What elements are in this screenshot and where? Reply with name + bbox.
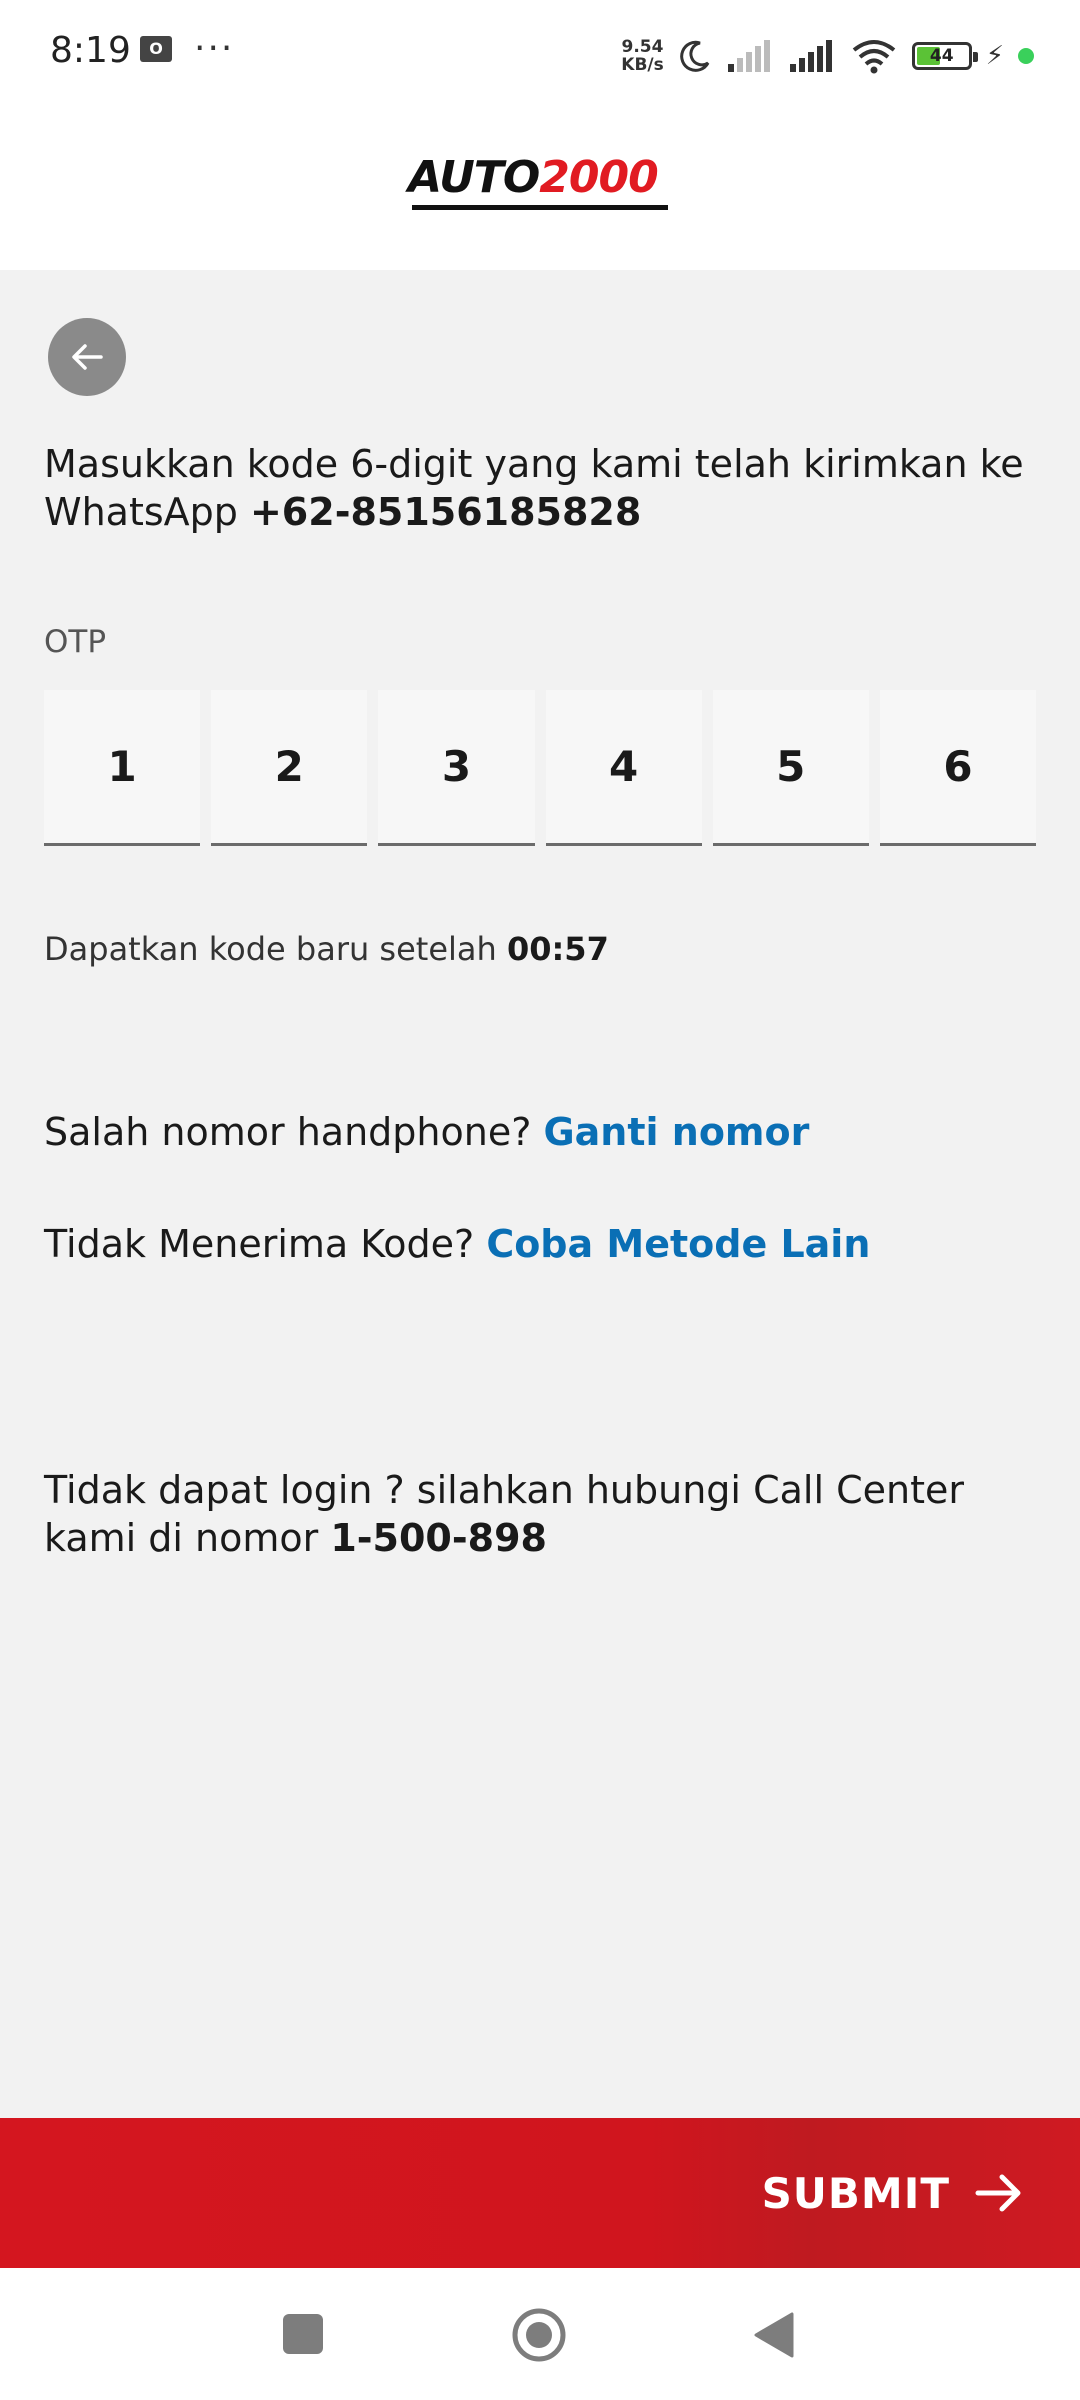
arrow-left-icon	[72, 344, 103, 370]
otp-digit-6[interactable]: 6	[879, 690, 1037, 846]
more-notifications-icon: ···	[194, 28, 235, 69]
network-speed: 9.54 KB/s	[621, 38, 663, 74]
recent-apps-icon[interactable]	[283, 2314, 323, 2354]
battery-level: 44	[929, 46, 954, 66]
phone-number: +62-85156185828	[249, 490, 642, 534]
otp-input-row: 1 2 3 4 5 6	[44, 690, 1037, 846]
home-icon[interactable]	[512, 2308, 566, 2362]
logo-text: AUTO2000	[408, 152, 659, 208]
system-navigation-bar	[0, 2268, 1080, 2400]
privacy-indicator-dot	[1018, 48, 1034, 64]
nav-back-icon[interactable]	[752, 2310, 796, 2360]
battery-tip	[972, 52, 978, 62]
network-speed-value: 9.54	[621, 37, 664, 57]
call-center-info: Tidak dapat login ? silahkan hubungi Cal…	[44, 1466, 1044, 1562]
otp-label: OTP	[44, 624, 107, 660]
network-speed-unit: KB/s	[621, 55, 664, 75]
otp-instruction: Masukkan kode 6-digit yang kami telah ki…	[44, 440, 1044, 536]
status-left-icons: O ···	[140, 28, 235, 69]
logo-underline	[412, 205, 668, 210]
otp-digit-1[interactable]: 1	[44, 690, 201, 846]
wifi-icon	[852, 40, 895, 74]
status-time: 8:19	[50, 30, 131, 71]
call-center-number: 1-500-898	[330, 1516, 547, 1560]
resend-prefix: Dapatkan kode baru setelah	[44, 930, 507, 968]
otp-digit-4[interactable]: 4	[545, 690, 702, 846]
resend-timer: 00:57	[506, 930, 609, 968]
submit-label: SUBMIT	[761, 2168, 950, 2218]
battery-icon: 44	[911, 42, 978, 70]
change-number-link[interactable]: Ganti nomor	[543, 1110, 809, 1154]
otp-digit-5[interactable]: 5	[712, 690, 869, 846]
other-method-link[interactable]: Coba Metode Lain	[486, 1222, 870, 1266]
status-right-icons: 9.54 KB/s 44 ⚡	[621, 28, 1034, 84]
wrong-number-text: Salah nomor handphone?	[44, 1110, 544, 1154]
otp-digit-3[interactable]: 3	[378, 690, 535, 846]
no-code-row: Tidak Menerima Kode? Coba Metode Lain	[44, 1222, 870, 1266]
do-not-disturb-moon-icon	[679, 40, 710, 72]
arrow-right-icon	[975, 2174, 1021, 2212]
submit-bar[interactable]: SUBMIT	[0, 2118, 1080, 2268]
charging-bolt-icon: ⚡	[985, 41, 1004, 71]
wrong-number-row: Salah nomor handphone? Ganti nomor	[44, 1110, 809, 1154]
signal-1-icon	[727, 40, 770, 72]
logo-auto: AUTO	[408, 152, 540, 203]
no-code-text: Tidak Menerima Kode?	[44, 1222, 487, 1266]
submit-button[interactable]: SUBMIT	[762, 2160, 1024, 2226]
signal-2-icon	[789, 40, 832, 72]
app-header: AUTO2000	[0, 108, 1080, 270]
otp-digit-2[interactable]: 2	[211, 690, 368, 846]
logo-number: 2000	[539, 152, 658, 203]
resend-timer-text: Dapatkan kode baru setelah 00:57	[44, 930, 609, 968]
back-button[interactable]	[48, 318, 126, 396]
status-bar: 8:19 O ··· 9.54 KB/s 44 ⚡	[0, 0, 1080, 108]
outlook-notification-icon: O	[140, 36, 172, 62]
auto2000-logo: AUTO2000	[408, 152, 672, 214]
